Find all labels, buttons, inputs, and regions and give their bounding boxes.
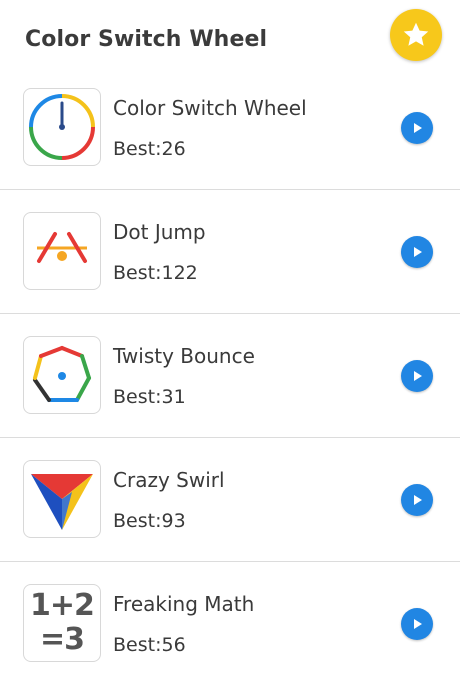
color-wheel-icon [29, 94, 95, 160]
play-button[interactable] [401, 608, 433, 640]
play-button[interactable] [401, 236, 433, 268]
game-thumbnail[interactable] [23, 88, 101, 166]
play-button[interactable] [401, 112, 433, 144]
favorite-button[interactable] [390, 9, 442, 61]
play-icon [414, 619, 422, 629]
play-icon [414, 495, 422, 505]
game-thumbnail[interactable] [23, 460, 101, 538]
freaking-math-icon: 1+2 =3 [30, 588, 95, 657]
play-icon [414, 247, 422, 257]
best-score: Best:122 [113, 262, 198, 284]
play-button[interactable] [401, 484, 433, 516]
crazy-swirl-icon [31, 474, 93, 530]
page-title: Color Switch Wheel [25, 27, 268, 52]
play-icon [414, 371, 422, 381]
dot-jump-icon [37, 232, 87, 263]
best-score: Best:93 [113, 510, 186, 532]
game-title: Crazy Swirl [113, 468, 225, 492]
game-thumbnail[interactable] [23, 336, 101, 414]
game-title: Twisty Bounce [113, 344, 255, 368]
game-thumbnail[interactable] [23, 212, 101, 290]
game-title: Dot Jump [113, 220, 206, 244]
list-item-dot-jump[interactable]: Dot Jump Best:122 [0, 190, 460, 314]
best-score: Best:26 [113, 138, 186, 160]
game-list: Color Switch Wheel Best:26 Dot Jump Best… [0, 66, 460, 686]
list-item-crazy-swirl[interactable]: Crazy Swirl Best:93 [0, 438, 460, 562]
math-icon-top: 1+2 [30, 588, 95, 623]
play-button[interactable] [401, 360, 433, 392]
twisty-bounce-icon [33, 346, 91, 402]
best-score: Best:56 [113, 634, 186, 656]
star-icon [403, 22, 429, 46]
play-icon [414, 123, 422, 133]
list-item-color-switch-wheel[interactable]: Color Switch Wheel Best:26 [0, 66, 460, 190]
game-title: Color Switch Wheel [113, 96, 307, 120]
math-icon-bottom: =3 [39, 622, 85, 657]
game-title: Freaking Math [113, 592, 255, 616]
game-thumbnail[interactable]: 1+2 =3 [23, 584, 101, 662]
best-score: Best:31 [113, 386, 186, 408]
list-item-freaking-math[interactable]: 1+2 =3 Freaking Math Best:56 [0, 562, 460, 686]
list-item-twisty-bounce[interactable]: Twisty Bounce Best:31 [0, 314, 460, 438]
